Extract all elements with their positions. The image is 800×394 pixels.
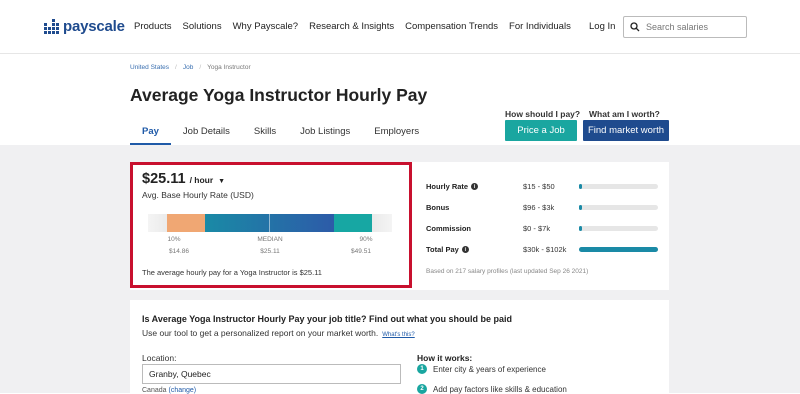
- stat-range: $96 - $3k: [523, 203, 555, 212]
- tab-employers[interactable]: Employers: [362, 124, 431, 145]
- stat-range: $30k - $102k: [523, 245, 567, 254]
- hourly-rate-headline: $25.11 / hour ▼: [142, 171, 225, 187]
- stat-row-total-pay: Total Pay i $30k - $102k: [426, 245, 666, 266]
- stat-label-cell: Total Pay i: [426, 245, 469, 254]
- pay-range-low-segment: [167, 214, 205, 232]
- pay-range-bar: [148, 214, 392, 232]
- p90-label: 90%: [359, 236, 373, 243]
- stat-range: $0 - $7k: [523, 224, 551, 233]
- stat-label-cell: Commission: [426, 224, 472, 233]
- what-am-i-worth-label: What am I worth?: [589, 109, 660, 119]
- median-marker: [269, 214, 270, 232]
- stat-row-bonus: Bonus $96 - $3k: [426, 203, 666, 224]
- tab-skills[interactable]: Skills: [242, 124, 288, 145]
- p10-value: $14.86: [169, 248, 189, 255]
- tab-job-listings[interactable]: Job Listings: [288, 124, 362, 145]
- price-a-job-button[interactable]: Price a Job: [505, 120, 577, 141]
- step-1-icon: 1: [417, 364, 427, 374]
- step-text: Enter city & years of experience: [433, 364, 546, 374]
- search-box[interactable]: [623, 16, 747, 38]
- breadcrumb-united-states[interactable]: United States: [130, 64, 169, 71]
- nav-link-for-individuals[interactable]: For Individuals: [509, 21, 571, 32]
- nav-link-research[interactable]: Research & Insights: [309, 21, 394, 32]
- median-label: MEDIAN: [257, 236, 283, 243]
- average-pay-summary: The average hourly pay for a Yoga Instru…: [142, 268, 322, 277]
- search-input[interactable]: [646, 22, 736, 32]
- tab-job-details[interactable]: Job Details: [171, 124, 242, 145]
- info-icon[interactable]: i: [461, 246, 469, 253]
- p10-label: 10%: [167, 236, 181, 243]
- median-value: $25.11: [260, 248, 280, 255]
- pay-breakdown-table: Hourly Rate i $15 - $50 Bonus $96 - $3k C…: [426, 182, 666, 266]
- breadcrumb: United States / Job / Yoga Instructor: [130, 64, 251, 71]
- nav-link-why-payscale[interactable]: Why Payscale?: [233, 21, 298, 32]
- stat-range: $15 - $50: [523, 182, 555, 191]
- info-icon[interactable]: i: [471, 183, 479, 190]
- stat-bar: [579, 184, 658, 189]
- stat-label-cell: Hourly Rate i: [426, 182, 479, 191]
- stat-bar: [579, 226, 658, 231]
- based-on-note: Based on 217 salary profiles (last updat…: [426, 268, 589, 275]
- pay-range-high-segment: [334, 214, 372, 232]
- stat-bar-fill: [579, 226, 582, 231]
- stat-label-cell: Bonus: [426, 203, 450, 212]
- breadcrumb-separator: /: [175, 64, 177, 71]
- stat-bar-fill: [579, 205, 582, 210]
- report-prompt-title: Is Average Yoga Instructor Hourly Pay yo…: [142, 314, 513, 324]
- page-title: Average Yoga Instructor Hourly Pay: [130, 85, 428, 105]
- report-prompt-subtitle: Use our tool to get a personalized repor…: [142, 328, 415, 338]
- rate-subtitle: Avg. Base Hourly Rate (USD): [142, 190, 254, 200]
- breadcrumb-separator: /: [199, 64, 202, 71]
- tab-pay[interactable]: Pay: [130, 124, 171, 145]
- nav-link-solutions[interactable]: Solutions: [183, 21, 222, 32]
- how-step-1: 1 Enter city & years of experience: [417, 364, 546, 374]
- breadcrumb-job[interactable]: Job: [183, 64, 193, 71]
- payscale-logo[interactable]: payscale: [44, 18, 125, 35]
- how-should-i-pay-label: How should I pay?: [505, 109, 581, 119]
- how-it-works-title: How it works:: [417, 353, 473, 363]
- breadcrumb-current: Yoga Instructor: [207, 64, 251, 71]
- stat-row-hourly-rate: Hourly Rate i $15 - $50: [426, 182, 666, 203]
- stat-bar: [579, 247, 658, 252]
- page-tabs: Pay Job Details Skills Job Listings Empl…: [130, 124, 431, 145]
- stat-bar: [579, 205, 658, 210]
- nav-link-compensation-trends[interactable]: Compensation Trends: [405, 21, 498, 32]
- nav-link-products[interactable]: Products: [134, 21, 172, 32]
- login-link[interactable]: Log In: [589, 21, 615, 32]
- stat-bar-fill: [579, 184, 582, 189]
- hourly-rate-value: $25.11: [142, 171, 186, 187]
- chevron-down-icon[interactable]: ▼: [218, 178, 225, 185]
- search-icon: [630, 22, 640, 32]
- location-input[interactable]: [142, 364, 401, 384]
- logo-mark-icon: [44, 19, 59, 34]
- whats-this-link[interactable]: What's this?: [382, 332, 415, 338]
- stat-row-commission: Commission $0 - $7k: [426, 224, 666, 245]
- step-text: Add pay factors like skills & education: [433, 384, 567, 394]
- top-navigation: payscale Products Solutions Why Payscale…: [0, 0, 800, 54]
- p90-value: $49.51: [351, 248, 371, 255]
- rate-unit: / hour: [189, 175, 214, 185]
- report-subtitle-text: Use our tool to get a personalized repor…: [142, 328, 379, 338]
- find-market-worth-button[interactable]: Find market worth: [583, 120, 669, 141]
- main-nav-links: Products Solutions Why Payscale? Researc…: [134, 21, 571, 32]
- stat-bar-fill: [579, 247, 658, 252]
- location-label: Location:: [142, 353, 177, 363]
- brand-name: payscale: [63, 18, 125, 35]
